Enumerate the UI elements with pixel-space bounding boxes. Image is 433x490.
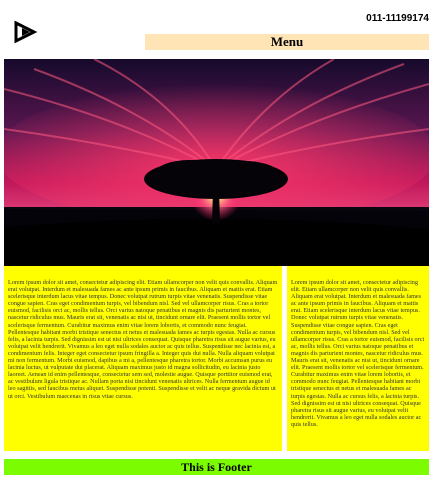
main-content: Lorem ipsum dolor sit amet, consectetur … (4, 266, 282, 451)
sidebar-content: Lorem ipsum dolor sit amet, consectetur … (287, 266, 429, 451)
footer: This is Footer (4, 459, 429, 475)
phone-number: 011-11199174 (366, 13, 429, 24)
menu-button[interactable]: Menu (145, 34, 429, 50)
hero-image (4, 59, 429, 266)
play-icon (14, 20, 38, 44)
logo[interactable] (4, 19, 44, 45)
